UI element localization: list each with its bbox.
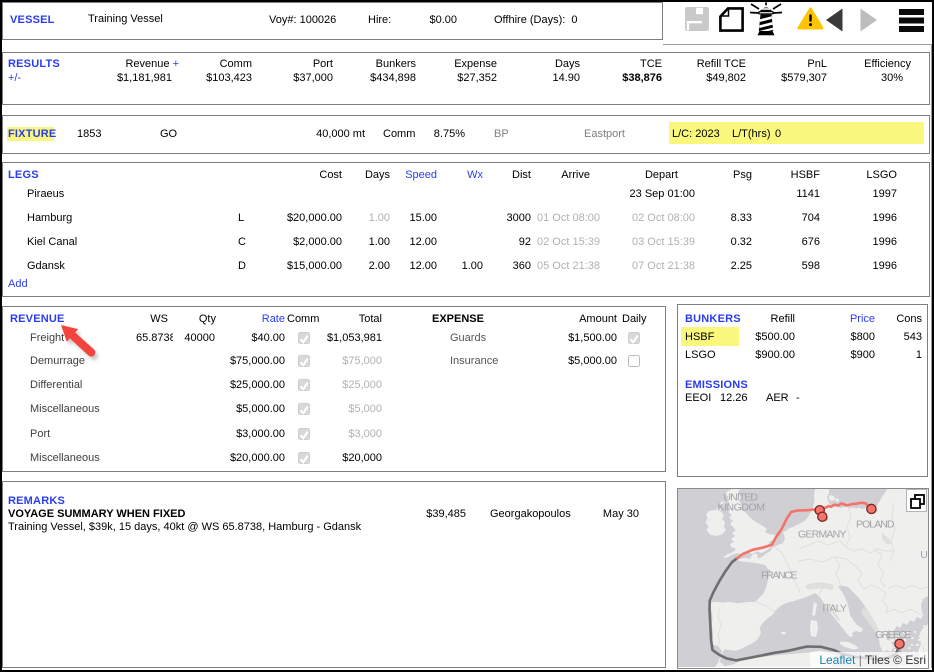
svg-text:KINGDOM: KINGDOM [718, 501, 767, 513]
svg-text:U: U [920, 549, 928, 561]
svg-text:POLAND: POLAND [856, 519, 896, 531]
svg-text:GERMANY: GERMANY [798, 529, 848, 541]
svg-text:ITALY: ITALY [822, 602, 848, 614]
svg-text:FRANCE: FRANCE [761, 570, 799, 582]
svg-text:GREECE: GREECE [875, 629, 913, 641]
